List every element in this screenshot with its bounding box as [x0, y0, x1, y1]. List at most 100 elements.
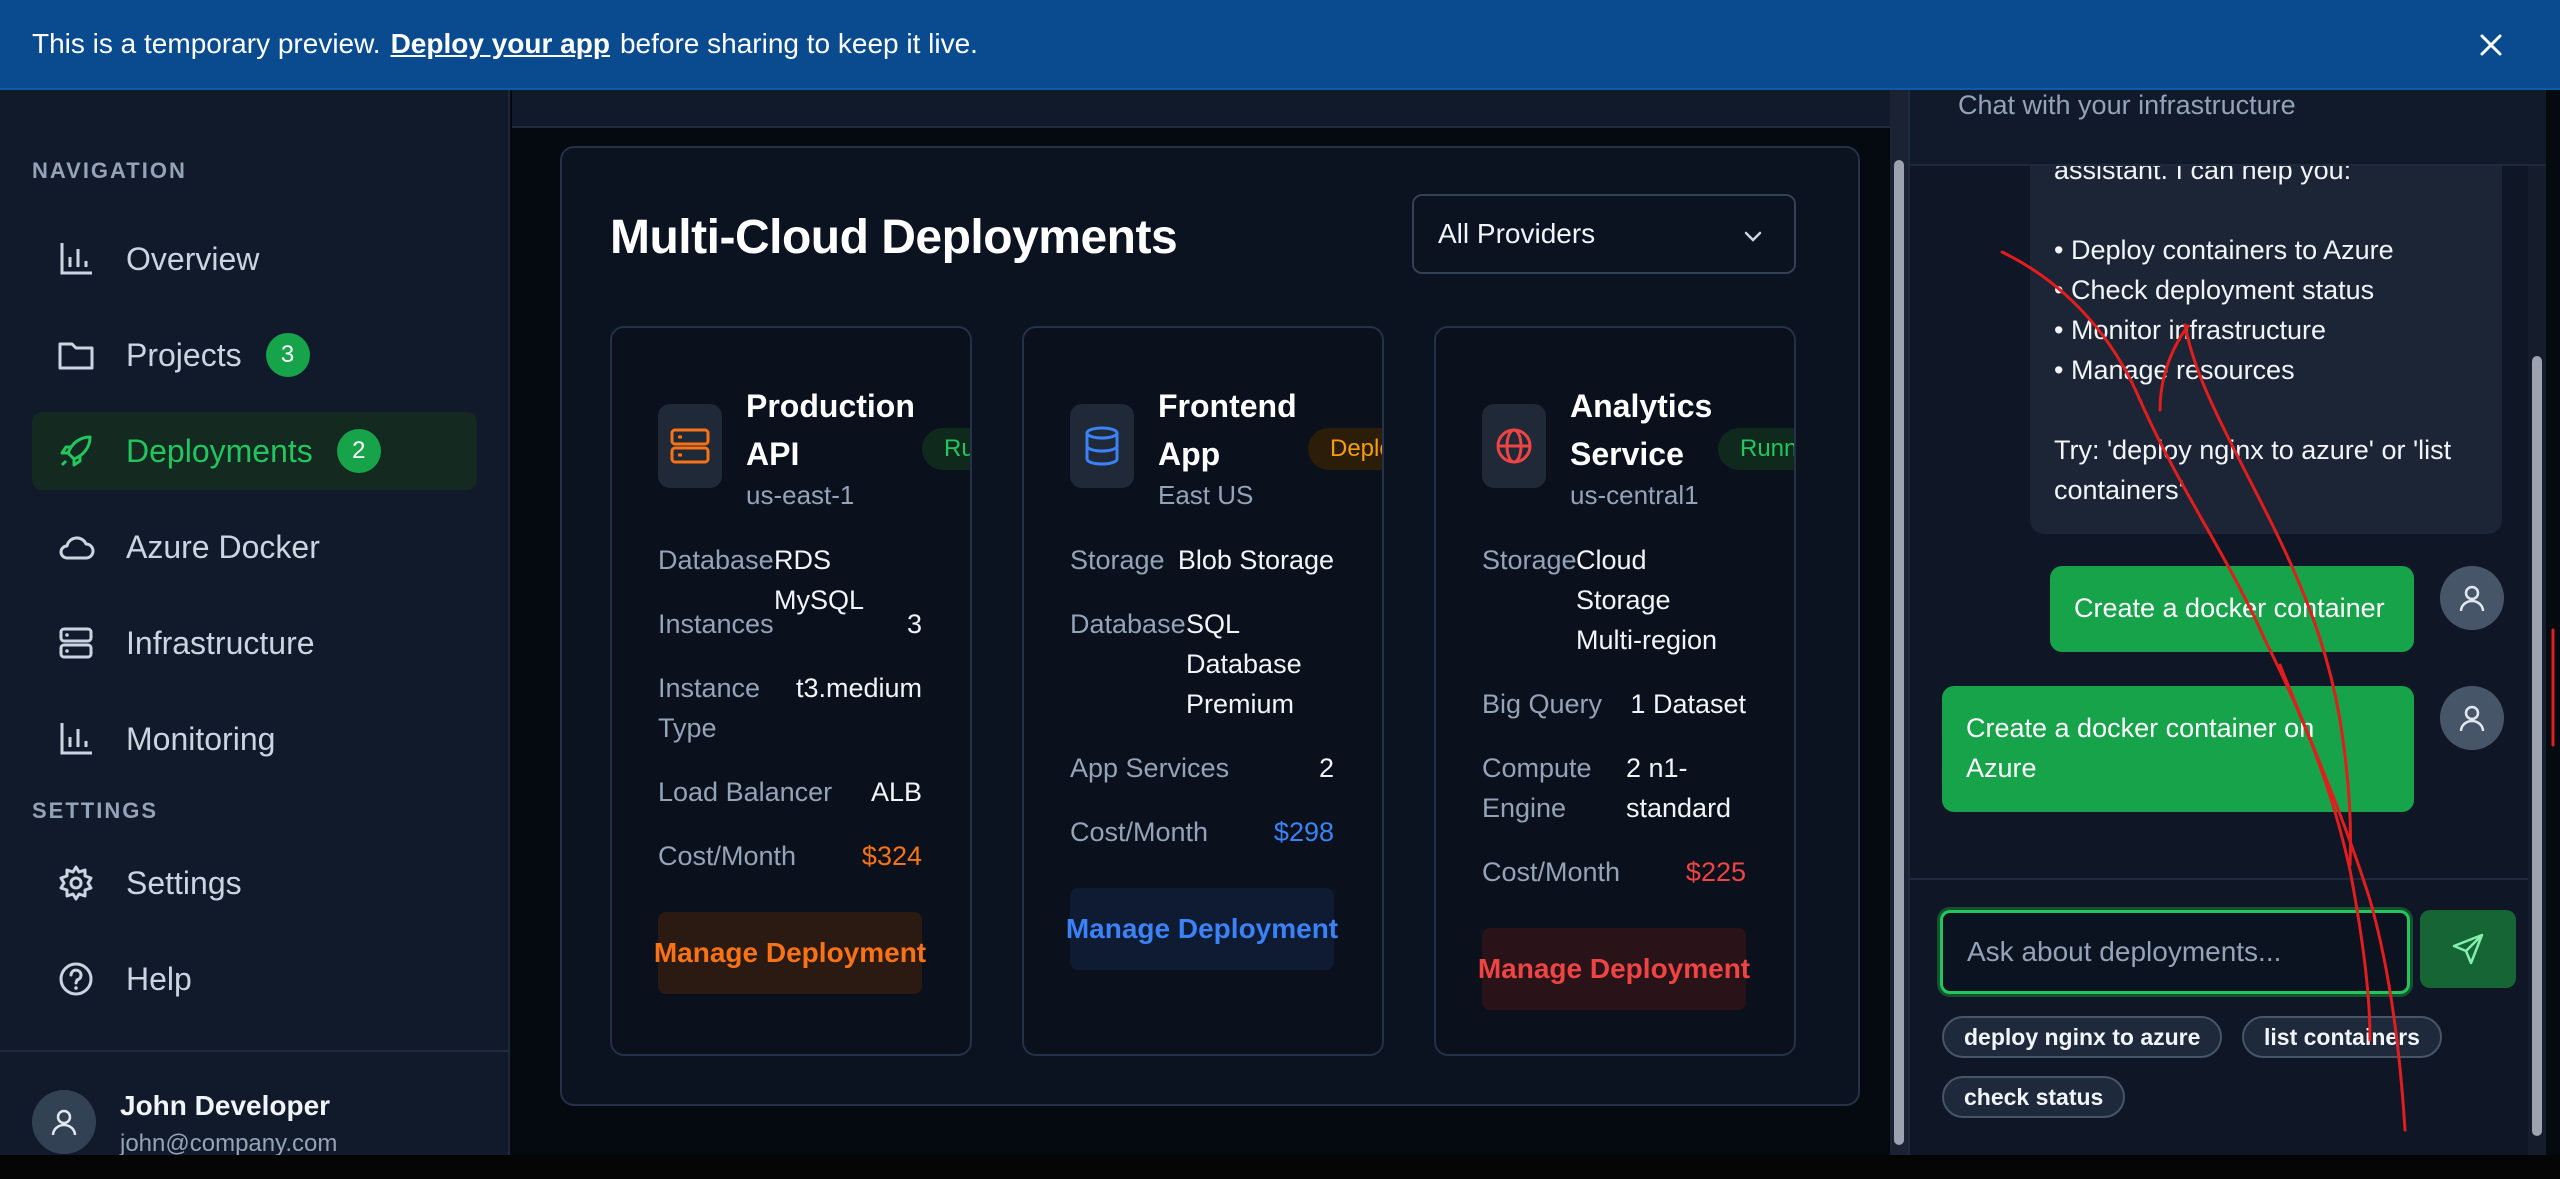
database-icon	[1070, 404, 1134, 488]
cost-value: $225	[1685, 857, 1746, 887]
close-banner-button[interactable]	[2474, 28, 2508, 62]
sidebar-item-monitoring[interactable]: Monitoring	[32, 700, 477, 778]
spec-value: Blob Storage	[1177, 545, 1334, 575]
bar-chart-icon	[56, 719, 96, 759]
user-message: Create a docker container on Azure	[1942, 686, 2414, 812]
cloud-icon	[56, 527, 96, 567]
page-title: Multi-Cloud Deployments	[610, 211, 1178, 264]
user-icon	[51, 1109, 77, 1136]
user-message: Create a docker container	[2050, 566, 2414, 652]
server-icon	[658, 404, 722, 488]
spec-key: Database	[1070, 609, 1186, 639]
banner-text-before: This is a temporary preview.	[32, 28, 381, 59]
sidebar-item-label: Deployments	[126, 432, 313, 469]
main-scrollbar[interactable]	[1890, 90, 1908, 1155]
assistant-message-line: Try: 'deploy nginx to azure' or 'list	[2054, 435, 2452, 465]
main-content: Multi-Cloud Deployments All Providers Pr…	[512, 90, 1908, 1155]
manage-deployment-button[interactable]: Manage Deployment	[1066, 888, 1338, 970]
sidebar-item-label: Azure Docker	[126, 528, 320, 565]
cost-value: $324	[861, 841, 922, 871]
spec-key: Instances	[658, 609, 774, 639]
main-scrollbar-thumb[interactable]	[1894, 160, 1904, 1145]
card-region: us-east-1	[746, 480, 855, 510]
avatar	[2440, 566, 2504, 630]
nav-heading: NAVIGATION	[32, 158, 187, 183]
sidebar-item-label: Settings	[126, 864, 242, 901]
spec-key: Cost/Month	[1482, 857, 1621, 887]
deployments-panel: Multi-Cloud Deployments All Providers Pr…	[560, 146, 1860, 1106]
sidebar-item-azure-docker[interactable]: Azure Docker	[32, 508, 477, 586]
banner-text-after: before sharing to keep it live.	[619, 28, 978, 59]
status-badge: Running	[1718, 428, 1794, 470]
bottom-strip	[0, 1155, 2560, 1179]
user-icon	[2459, 705, 2485, 732]
sidebar-item-label: Overview	[126, 240, 260, 277]
spec-key: Big Query	[1482, 689, 1603, 719]
sidebar-item-overview[interactable]: Overview	[32, 220, 477, 298]
suggestion-chip[interactable]: deploy nginx to azure	[1942, 1016, 2223, 1058]
chat-header: Chat with your infrastructure	[1910, 90, 2546, 166]
provider-filter-select[interactable]: All Providers	[1412, 194, 1796, 274]
spec-value: 3	[906, 609, 922, 639]
spec-key: Cost/Month	[658, 841, 797, 871]
chat-panel: assistant. I can help you: • Deploy cont…	[1908, 90, 2546, 1155]
spec-key: Compute Engine	[1482, 753, 1592, 823]
status-badge: Deploying	[1308, 428, 1382, 470]
assistant-message-line: • Check deployment status	[2054, 275, 2375, 305]
card-region: East US	[1158, 480, 1254, 510]
card-title: Production API	[746, 388, 915, 472]
chat-input[interactable]	[1940, 910, 2410, 994]
assistant-message-line: containers'	[2054, 475, 2184, 505]
sidebar-item-infrastructure[interactable]: Infrastructure	[32, 604, 477, 682]
sidebar-item-projects[interactable]: Projects 3	[32, 316, 477, 394]
avatar	[2440, 686, 2504, 750]
chat-scrollbar[interactable]	[2528, 166, 2546, 1155]
spec-key: App Services	[1070, 753, 1230, 783]
spec-value: 1 Dataset	[1630, 689, 1746, 719]
chevron-down-icon	[1744, 231, 1762, 242]
sidebar-item-settings[interactable]: Settings	[32, 844, 477, 922]
sidebar: NAVIGATION Overview Projects 3 Deploymen…	[0, 90, 510, 1157]
user-email: john@company.com	[120, 1130, 338, 1157]
chat-scrollbar-thumb[interactable]	[2532, 356, 2542, 1136]
manage-deployment-button[interactable]: Manage Deployment	[1478, 928, 1750, 1010]
card-title: Frontend App	[1158, 388, 1297, 472]
spec-value: SQL Database Premium	[1186, 609, 1302, 719]
send-button[interactable]	[2420, 910, 2516, 988]
deployments-count-badge: 2	[336, 429, 381, 473]
manage-deployment-button[interactable]: Manage Deployment	[654, 912, 926, 994]
deployment-card-production-api: Production API us-east-1 Running Databas…	[610, 326, 972, 1056]
preview-banner: This is a temporary preview. Deploy your…	[0, 0, 2560, 90]
globe-icon	[1482, 404, 1546, 488]
assistant-message-line: • Manage resources	[2054, 355, 2295, 385]
close-icon	[2480, 34, 2502, 56]
folder-icon	[56, 335, 96, 375]
assistant-message: assistant. I can help you: • Deploy cont…	[2030, 150, 2502, 534]
spec-value: 2 n1-standard	[1626, 753, 1732, 823]
provider-filter-value: All Providers	[1438, 218, 1596, 249]
spec-key: Cost/Month	[1070, 817, 1209, 847]
avatar	[32, 1090, 96, 1154]
send-icon	[2452, 933, 2484, 965]
sidebar-item-help[interactable]: Help	[32, 940, 477, 1018]
spec-value: ALB	[870, 777, 922, 807]
user-profile[interactable]: John Developer john@company.com	[0, 1050, 510, 1157]
suggestion-chip[interactable]: check status	[1942, 1076, 2126, 1118]
assistant-message-line: • Deploy containers to Azure	[2054, 235, 2394, 265]
bar-chart-icon	[56, 239, 96, 279]
user-icon	[2459, 585, 2485, 612]
deploy-your-app-link[interactable]: Deploy your app	[391, 28, 610, 60]
chat-divider	[1910, 878, 2546, 880]
chat-subtitle: Chat with your infrastructure	[1958, 90, 2296, 120]
sidebar-item-deployments[interactable]: Deployments 2	[32, 412, 477, 490]
sidebar-item-label: Infrastructure	[126, 624, 315, 661]
suggestion-chip[interactable]: list containers	[2242, 1016, 2442, 1058]
spec-value: Cloud Storage Multi-region	[1576, 545, 1718, 655]
spec-key: Load Balancer	[658, 777, 833, 807]
status-badge: Running	[922, 428, 970, 470]
sidebar-item-label: Monitoring	[126, 720, 276, 757]
main-subheader	[512, 90, 1890, 128]
projects-count-badge: 3	[265, 333, 310, 377]
spec-value: 2	[1318, 753, 1334, 783]
spec-key: Instance Type	[658, 673, 761, 743]
